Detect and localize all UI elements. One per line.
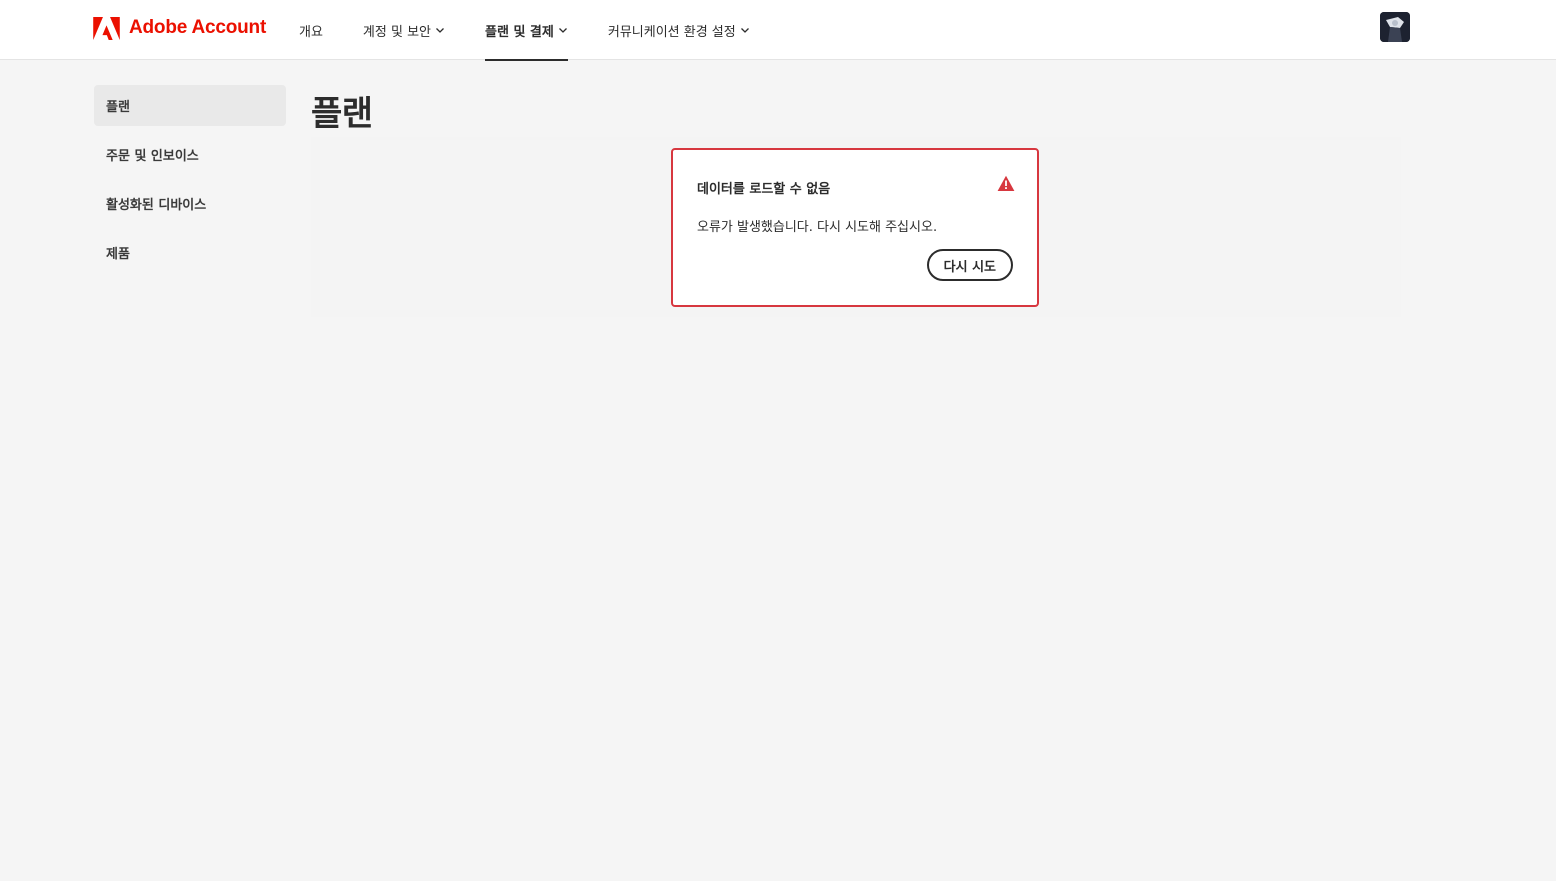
- brand-name: Adobe Account: [129, 17, 267, 38]
- user-avatar[interactable]: [1380, 12, 1410, 42]
- page-title: 플랜: [311, 94, 373, 134]
- sidebar-item-orders-invoices[interactable]: 주문 및 인보이스: [94, 134, 286, 175]
- sidebar-item-active-devices[interactable]: 활성화된 디바이스: [94, 183, 286, 224]
- adobe-logo-icon: [93, 16, 120, 40]
- main-nav: 개요 계정 및 보안 플랜 및 결제 커뮤니케이션 환경 설정: [299, 0, 790, 61]
- sidebar-item-label: 제품: [106, 247, 130, 262]
- alert-triangle-icon: [997, 175, 1015, 192]
- sidebar-item-label: 주문 및 인보이스: [106, 149, 199, 164]
- error-alert: 데이터를 로드할 수 없음 오류가 발생했습니다. 다시 시도해 주십시오. 다…: [671, 148, 1039, 307]
- chevron-down-icon: [740, 25, 750, 35]
- sidebar-item-label: 플랜: [106, 100, 130, 115]
- alert-title: 데이터를 로드할 수 없음: [697, 182, 831, 197]
- nav-item-overview[interactable]: 개요: [299, 0, 323, 60]
- sidebar-item-products[interactable]: 제품: [94, 232, 286, 273]
- sidebar-item-plans[interactable]: 플랜: [94, 85, 286, 126]
- nav-item-plans-billing[interactable]: 플랜 및 결제: [485, 0, 568, 61]
- top-navigation-bar: Adobe Account 개요 계정 및 보안 플랜 및 결제 커뮤니케이션 …: [0, 0, 1556, 61]
- retry-button[interactable]: 다시 시도: [926, 249, 1013, 281]
- nav-item-label: 플랜 및 결제: [485, 24, 554, 40]
- alert-message: 오류가 발생했습니다. 다시 시도해 주십시오.: [697, 220, 938, 235]
- nav-item-account-security[interactable]: 계정 및 보안: [363, 0, 445, 60]
- nav-item-communication-preferences[interactable]: 커뮤니케이션 환경 설정: [608, 0, 750, 60]
- nav-item-label: 개요: [299, 24, 323, 40]
- chevron-down-icon: [435, 25, 445, 35]
- sidebar: 플랜 주문 및 인보이스 활성화된 디바이스 제품: [94, 85, 286, 281]
- nav-item-label: 커뮤니케이션 환경 설정: [607, 24, 736, 40]
- nav-item-label: 계정 및 보안: [362, 24, 431, 40]
- adobe-account-logo-link[interactable]: Adobe Account: [93, 15, 266, 41]
- chevron-down-icon: [558, 25, 568, 35]
- sidebar-item-label: 활성화된 디바이스: [106, 198, 207, 213]
